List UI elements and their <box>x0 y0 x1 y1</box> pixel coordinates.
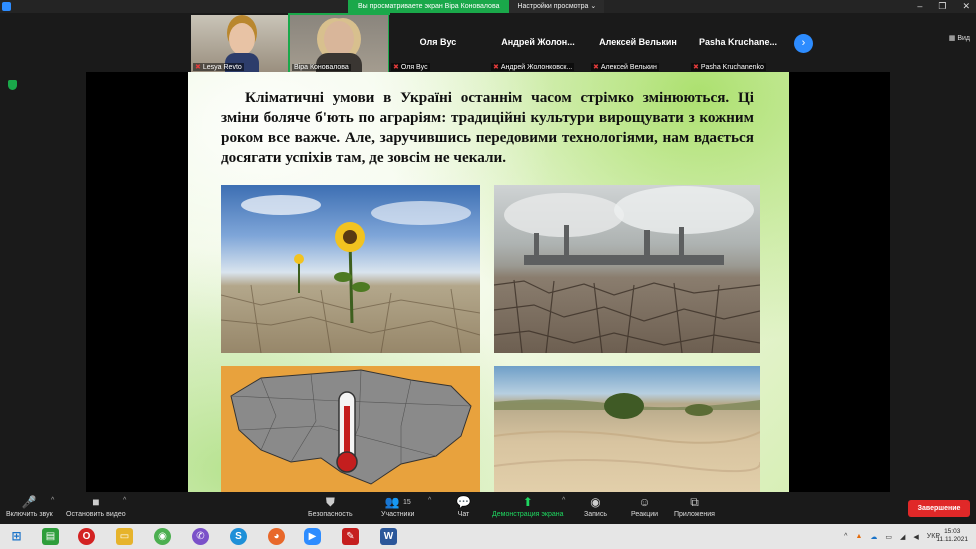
muted-mic-icon: 🎤 <box>21 495 37 509</box>
participant-label: ✖ Андрей Жолонковск... <box>491 63 575 71</box>
window-controls: – ❐ ✕ <box>917 0 970 13</box>
participant-tile[interactable]: ✖ Lesya Revto <box>191 15 289 75</box>
opera-icon[interactable]: O <box>78 528 95 545</box>
participant-video <box>229 23 255 55</box>
encryption-shield-icon <box>8 80 17 90</box>
shield-icon: ⛊ <box>325 495 335 509</box>
desert-illustration <box>494 393 760 473</box>
chat-button[interactable]: 💬 Чат <box>456 494 471 518</box>
participants-button[interactable]: 👥 15 Участники <box>381 494 414 518</box>
onedrive-icon[interactable]: ☁ <box>870 533 877 541</box>
apps-icon: ⧉ <box>690 495 699 509</box>
shared-screen: Кліматичні умови в Україні останнім часо… <box>86 72 890 492</box>
avast-icon[interactable]: ▲ <box>855 533 862 540</box>
skype-icon[interactable]: S <box>230 528 247 545</box>
unmute-button[interactable]: 🎤 Включить звук <box>6 494 53 518</box>
sunflower-illustration <box>221 195 480 353</box>
participant-count: 15 <box>402 499 411 506</box>
share-notice: Вы просматриваете экран Віра Коновалова <box>348 0 510 13</box>
chrome-icon[interactable]: ◉ <box>154 528 171 545</box>
reactions-button[interactable]: ☺ Реакции <box>631 494 658 518</box>
viber-icon[interactable]: ✆ <box>192 528 209 545</box>
clock-time: 15:03 <box>944 528 961 535</box>
participant-label: ✖ Pasha Kruchanenko <box>691 63 766 71</box>
participant-label: ✖ Оля Вус <box>391 63 430 71</box>
view-options-button[interactable]: Настройки просмотра ⌄ <box>509 0 605 13</box>
muted-mic-icon: ✖ <box>195 64 201 71</box>
end-meeting-button[interactable]: Завершение <box>908 500 970 517</box>
audio-options-caret[interactable]: ^ <box>51 497 54 504</box>
firefox-icon[interactable]: ◕ <box>268 528 285 545</box>
apps-button[interactable]: ⧉ Приложения <box>674 494 715 518</box>
participant-tile[interactable]: Pasha Kruchane... ✖ Pasha Kruchanenko <box>689 15 787 72</box>
muted-mic-icon: ✖ <box>493 64 499 71</box>
close-icon[interactable]: ✕ <box>962 0 970 13</box>
participant-tile[interactable]: Оля Вус ✖ Оля Вус <box>389 15 487 72</box>
restore-icon[interactable]: ❐ <box>938 0 946 13</box>
participant-label: ✖ Алексей Велькин <box>591 63 659 71</box>
view-button[interactable]: ▦ Вид <box>949 34 970 42</box>
file-explorer-icon[interactable]: ▭ <box>116 528 133 545</box>
ukraine-heat-map-photo <box>221 366 480 492</box>
desert-landscape-photo <box>494 366 760 492</box>
store-icon[interactable]: ▤ <box>42 528 59 545</box>
heat-map-illustration <box>230 369 472 485</box>
chat-icon: 💬 <box>456 495 471 509</box>
word-icon[interactable]: W <box>380 528 397 545</box>
participant-label: Віра Коновалова <box>292 64 351 71</box>
presentation-slide: Кліматичні умови в Україні останнім часо… <box>188 72 789 492</box>
share-banner: Вы просматриваете экран Віра Коновалова … <box>348 0 605 13</box>
muted-mic-icon: ✖ <box>593 64 599 71</box>
share-options-caret[interactable]: ^ <box>562 497 565 504</box>
next-page-button[interactable]: › <box>794 34 813 53</box>
tray-overflow-icon[interactable]: ^ <box>844 533 847 540</box>
stop-video-button[interactable]: ■ Остановить видео <box>66 494 126 518</box>
record-icon: ◉ <box>590 495 601 509</box>
share-screen-button[interactable]: ⬆ Демонстрация экрана <box>492 494 564 518</box>
windows-taskbar: ⊞ ▤ O ▭ ◉ ✆ S ◕ ▶ ✎ W ^ ▲ ☁ ▭ ◢ ◀ УКР 15… <box>0 524 976 549</box>
pdf-reader-icon[interactable]: ✎ <box>342 528 359 545</box>
security-button[interactable]: ⛊ Безопасность <box>308 494 353 518</box>
network-icon[interactable]: ◢ <box>900 533 905 541</box>
record-button[interactable]: ◉ Запись <box>584 494 607 518</box>
minimize-icon[interactable]: – <box>917 0 922 13</box>
camera-icon: ■ <box>92 495 100 509</box>
participants-options-caret[interactable]: ^ <box>428 497 431 504</box>
participant-tile[interactable]: Андрей Жолон... ✖ Андрей Жолонковск... <box>489 15 587 72</box>
muted-mic-icon: ✖ <box>693 64 699 71</box>
taskbar-clock[interactable]: 15:03 11.11.2021 <box>936 528 968 544</box>
share-arrow-icon: ⬆ <box>522 495 533 509</box>
system-tray: ^ ▲ ☁ ▭ ◢ ◀ УКР <box>844 524 940 549</box>
start-menu-icon[interactable]: ⊞ <box>8 528 25 545</box>
cracked-earth-factory-photo <box>494 185 760 353</box>
zoom-taskbar-icon[interactable]: ▶ <box>304 528 321 545</box>
participant-video <box>324 21 354 57</box>
people-icon: 👥 <box>384 495 400 509</box>
participant-tile[interactable]: Алексей Велькин ✖ Алексей Велькин <box>589 15 687 72</box>
meeting-toolbar: 🎤 Включить звук ^ ■ Остановить видео ^ ⛊… <box>0 492 976 524</box>
participant-label: ✖ Lesya Revto <box>193 63 244 71</box>
smiley-icon: ☺ <box>638 495 651 509</box>
participant-tile[interactable]: Віра Коновалова <box>288 13 390 75</box>
factory-illustration <box>494 186 760 353</box>
zoom-app-icon <box>2 2 11 11</box>
volume-icon[interactable]: ◀ <box>913 533 918 541</box>
clock-date: 11.11.2021 <box>936 536 968 543</box>
sunflower-drought-photo <box>221 185 480 353</box>
participant-strip: ✖ Lesya Revto Віра Коновалова Оля Вус ✖ … <box>0 13 976 75</box>
video-options-caret[interactable]: ^ <box>123 497 126 504</box>
muted-mic-icon: ✖ <box>393 64 399 71</box>
slide-text: Кліматичні умови в Україні останнім часо… <box>221 89 754 166</box>
window-titlebar: Вы просматриваете экран Віра Коновалова … <box>0 0 976 13</box>
battery-icon[interactable]: ▭ <box>885 533 892 541</box>
